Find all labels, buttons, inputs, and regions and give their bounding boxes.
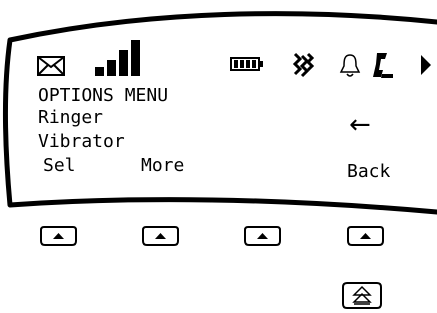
menu-title: OPTIONS MENU <box>38 85 169 106</box>
softkey-button-3[interactable] <box>244 226 281 246</box>
phone-icon <box>373 53 393 78</box>
envelope-icon <box>37 56 65 76</box>
softkey-button-1[interactable] <box>40 226 77 246</box>
softkey-label-sel: Sel <box>43 155 76 176</box>
softkey-button-4[interactable] <box>347 226 384 246</box>
softkey-button-2[interactable] <box>142 226 179 246</box>
menu-item-vibrator[interactable]: Vibrator <box>38 132 125 152</box>
vibrate-icon <box>292 52 314 78</box>
back-arrow-icon: ← <box>349 110 371 140</box>
menu-item-ringer[interactable]: Ringer <box>38 108 103 128</box>
signal-strength-icon <box>95 40 140 76</box>
extra-button[interactable] <box>342 282 382 309</box>
softkey-label-more: More <box>141 155 185 176</box>
bell-icon <box>339 54 361 77</box>
arrow-right-icon <box>421 55 431 75</box>
softkey-label-back: Back <box>347 161 391 182</box>
battery-icon <box>230 57 263 71</box>
